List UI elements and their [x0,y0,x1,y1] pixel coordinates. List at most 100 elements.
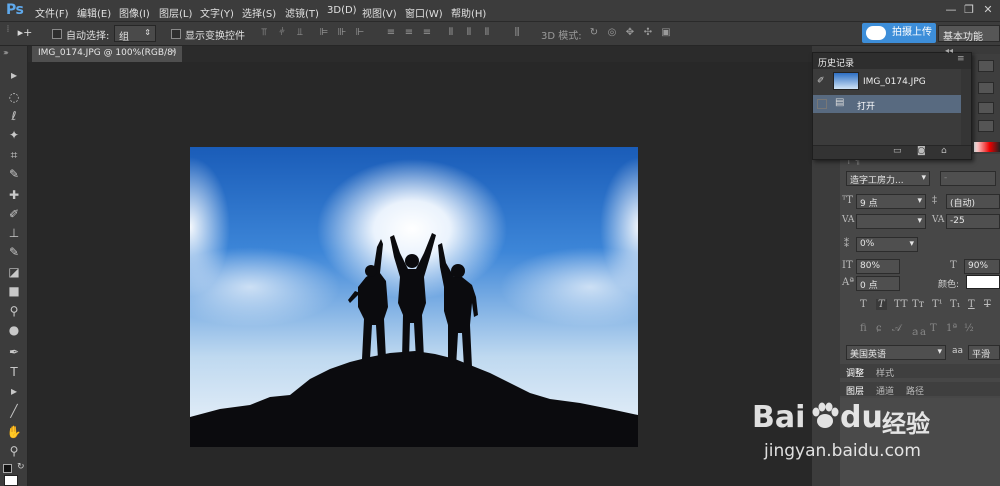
distribute-top-icon[interactable]: ≡ [385,27,397,39]
history-brush-tool-icon[interactable]: ✎ [4,243,24,261]
upload-button[interactable]: 拍摄上传 [862,23,936,43]
crop-tool-icon[interactable]: ⌗ [4,146,24,164]
collapsed-panel-button[interactable] [978,120,994,132]
tracking-field[interactable]: -25 [946,214,1000,229]
panel-collapse-icon[interactable]: » [4,48,9,57]
tsume-field[interactable]: 0% ▾ [856,237,918,252]
swap-colors-icon[interactable]: ↻ [17,462,25,472]
antialias-select[interactable]: 平滑 [968,345,1000,360]
move-tool-icon[interactable]: ▸ [4,66,24,84]
tab-adjustments[interactable]: 调整 [846,366,864,379]
menu-filter[interactable]: 滤镜(T) [285,5,319,20]
close-button[interactable]: ✕ [981,3,995,17]
align-left-icon[interactable]: ⊫ [318,27,330,39]
menu-type[interactable]: 文字(Y) [200,5,234,20]
auto-align-icon[interactable]: ⫼ [511,27,523,39]
distribute-right-icon[interactable]: ⦀ [481,27,493,39]
camera-snapshot-icon[interactable]: ◙ [917,146,926,156]
old-style-icon[interactable]: ɕ [876,323,882,334]
collapsed-panel-button[interactable] [978,82,994,94]
new-document-from-state-icon[interactable]: ▭ [893,146,902,156]
clone-stamp-tool-icon[interactable]: ⊥ [4,224,24,242]
small-caps-icon[interactable]: Tт [912,299,924,310]
swash-icon[interactable]: 𝒜 [892,323,901,334]
distribute-left-icon[interactable]: ⦀ [445,27,457,39]
panel-collapse-icon[interactable]: ◂◂ [945,46,953,55]
tab-channels[interactable]: 通道 [876,384,894,397]
all-caps-icon[interactable]: TT [894,299,908,310]
line-tool-icon[interactable]: ╱ [4,402,24,420]
hand-tool-icon[interactable]: ✋ [4,423,24,441]
menu-edit[interactable]: 编辑(E) [77,5,111,20]
history-step-checkbox[interactable] [817,99,827,109]
distribute-hcenter-icon[interactable]: ⦀ [463,27,475,39]
magic-wand-tool-icon[interactable]: ✦ [4,126,24,144]
history-snapshot-row[interactable]: ✐ IMG_0174.JPG [813,69,961,95]
leading-field[interactable]: (自动) [946,194,1000,209]
dodge-tool-icon[interactable]: ● [4,321,24,339]
auto-select-dropdown[interactable]: 组 ⇕ [114,25,156,43]
minimize-button[interactable]: — [944,3,958,17]
menu-help[interactable]: 帮助(H) [451,5,486,20]
superscript-icon[interactable]: T¹ [932,299,943,310]
font-size-field[interactable]: 9 点 ▾ [856,194,926,209]
3d-slide-icon[interactable]: ✣ [642,27,654,39]
kerning-field[interactable]: ▾ [856,214,926,229]
path-selection-tool-icon[interactable]: ▸ [4,382,24,400]
distribute-vcenter-icon[interactable]: ≡ [403,27,415,39]
ligature-icon[interactable]: ﬁ [860,323,867,334]
stylistic-alt-icon[interactable]: ａa [910,323,926,338]
zoom-tool-icon[interactable]: ⚲ [4,442,24,460]
3d-rotate-icon[interactable]: ↻ [588,27,600,39]
faux-bold-icon[interactable]: T [860,299,867,310]
lasso-tool-icon[interactable]: ℓ [4,107,24,125]
menu-select[interactable]: 选择(S) [242,5,276,20]
align-hcenter-icon[interactable]: ⊪ [336,27,348,39]
menu-view[interactable]: 视图(V) [362,5,397,20]
menu-window[interactable]: 窗口(W) [405,5,443,20]
brush-tool-icon[interactable]: ✐ [4,205,24,223]
document-image[interactable] [190,147,638,447]
marquee-tool-icon[interactable]: ◌ [4,88,24,106]
restore-button[interactable]: ❐ [962,3,976,17]
color-ramp[interactable] [974,142,1000,152]
strikethrough-icon[interactable]: T [984,299,991,310]
default-colors-icon[interactable] [3,464,12,473]
show-transform-checkbox[interactable] [171,29,181,39]
history-step-row[interactable]: ▤ 打开 [813,95,961,113]
font-family-select[interactable]: 造字工房力... ▾ [846,171,930,186]
menu-3d[interactable]: 3D(D) [327,5,357,16]
type-tool-icon[interactable]: T [4,363,24,381]
horizontal-scale-field[interactable]: 90% [964,259,1000,274]
titling-icon[interactable]: T [930,323,937,334]
vertical-scale-field[interactable]: 80% [856,259,900,274]
auto-select-checkbox[interactable] [52,29,62,39]
workspace-switcher[interactable]: 基本功能 [938,25,1000,43]
document-tab-close-icon[interactable]: × [169,47,177,57]
history-brush-source-icon[interactable]: ✐ [817,76,825,86]
subscript-icon[interactable]: T₁ [950,299,961,310]
underline-icon[interactable]: T [968,299,975,310]
3d-pan-icon[interactable]: ✥ [624,27,636,39]
text-color-swatch[interactable] [966,275,1000,289]
tab-paths[interactable]: 路径 [906,384,924,397]
fractions-icon[interactable]: ½ [964,323,974,334]
gradient-tool-icon[interactable]: ■ [4,282,24,300]
menu-image[interactable]: 图像(I) [119,5,150,20]
collapsed-panel-button[interactable] [978,60,994,72]
3d-roll-icon[interactable]: ◎ [606,27,618,39]
3d-scale-icon[interactable]: ▣ [660,27,672,39]
menu-layer[interactable]: 图层(L) [159,5,192,20]
eraser-tool-icon[interactable]: ◪ [4,263,24,281]
collapsed-panel-button[interactable] [978,102,994,114]
history-scrollbar[interactable] [961,69,971,145]
panel-menu-icon[interactable]: ≡ [957,54,965,64]
align-bottom-icon[interactable]: ⫫ [294,27,306,39]
trash-icon[interactable]: ⌂ [941,146,947,156]
blur-tool-icon[interactable]: ⚲ [4,302,24,320]
tab-layers[interactable]: 图层 [846,384,864,397]
document-tab[interactable]: IMG_0174.JPG @ 100%(RGB/8) × [32,46,182,62]
align-top-icon[interactable]: ⫪ [258,27,270,39]
faux-italic-icon[interactable]: T [876,299,887,310]
move-tool-preset-icon[interactable]: ▸+ [14,27,36,39]
